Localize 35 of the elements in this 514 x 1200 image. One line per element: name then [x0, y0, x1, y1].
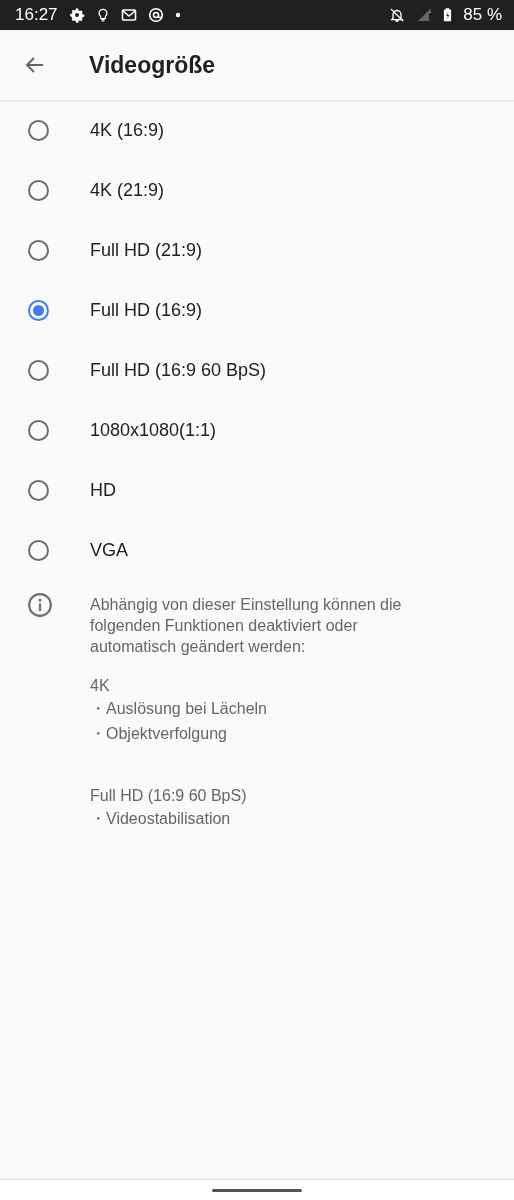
dot-icon	[174, 12, 181, 18]
lightbulb-icon	[95, 7, 110, 23]
group-heading: Full HD (16:9 60 BpS)	[90, 786, 248, 806]
radio-button[interactable]	[28, 419, 49, 441]
info-text: Abhängig von dieser Einstellung können die folgenden Funktionen deaktiviert oder automatisch geändert werden:	[90, 595, 403, 657]
clock: 16:27	[15, 5, 58, 25]
bell-off-icon	[389, 7, 406, 23]
radio-button[interactable]	[28, 479, 49, 501]
video-size-option[interactable]: 1080x1080(1:1)	[0, 400, 514, 460]
mail-icon	[120, 7, 137, 23]
gesture-handle[interactable]	[212, 1188, 302, 1192]
group-heading: 4K	[90, 676, 111, 696]
battery-level: 85 %	[463, 5, 502, 25]
gear-icon	[68, 7, 85, 23]
radio-button[interactable]	[28, 239, 49, 261]
video-size-option[interactable]: VGA	[0, 520, 514, 580]
battery-icon	[443, 7, 453, 23]
info-icon	[27, 592, 53, 618]
video-size-option[interactable]: Full HD (16:9 60 BpS)	[0, 340, 514, 400]
screen-title: Videogröße	[89, 51, 216, 79]
radio-button[interactable]	[28, 299, 49, 321]
feature-item: ・Videostabilisation	[90, 809, 232, 829]
radio-button[interactable]	[28, 119, 49, 141]
radio-button[interactable]	[28, 359, 49, 381]
video-size-option[interactable]: Full HD (16:9)	[0, 280, 514, 340]
feature-item: ・Objektverfolgung	[90, 724, 228, 744]
radio-button[interactable]	[28, 539, 49, 561]
feature-item: ・Auslösung bei Lächeln	[90, 699, 268, 719]
signal-icon	[416, 7, 433, 23]
video-size-option[interactable]: HD	[0, 460, 514, 520]
video-size-option[interactable]: 4K (16:9)	[0, 100, 514, 160]
video-size-option[interactable]: Full HD (21:9)	[0, 220, 514, 280]
at-sign-icon	[147, 7, 164, 23]
radio-button[interactable]	[28, 179, 49, 201]
video-size-option[interactable]: 4K (21:9)	[0, 160, 514, 220]
